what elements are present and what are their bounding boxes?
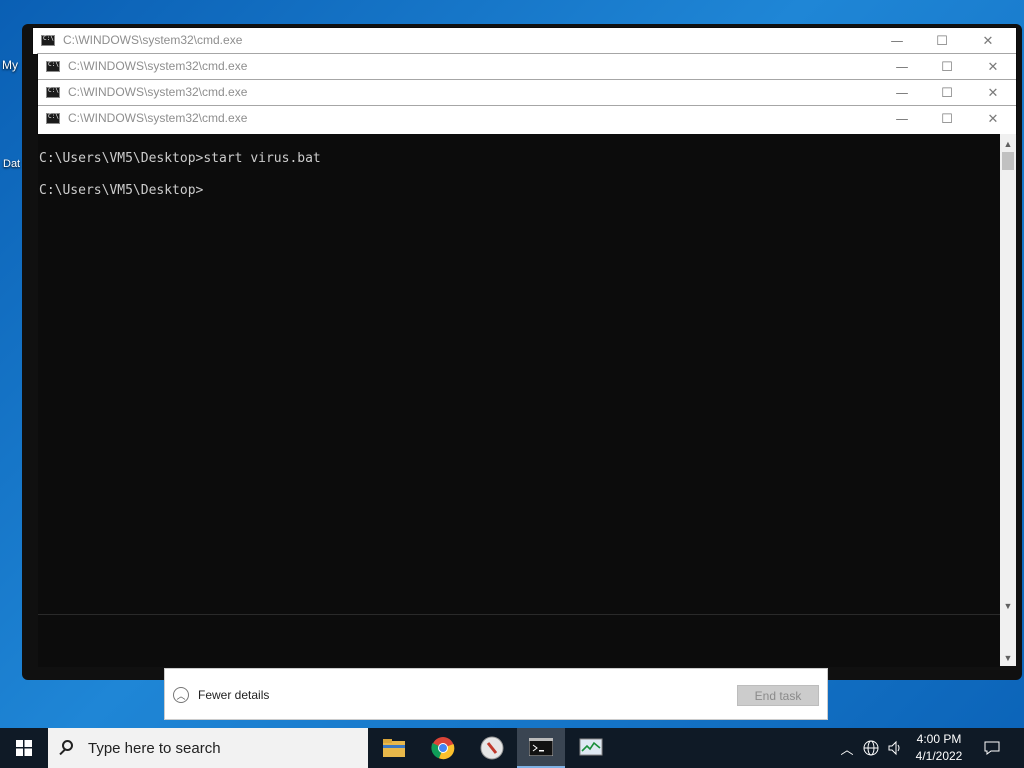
windows-logo-icon xyxy=(16,740,32,756)
network-icon[interactable] xyxy=(860,728,882,768)
window-title: C:\WINDOWS\system32\cmd.exe xyxy=(68,59,248,73)
notifications-button[interactable] xyxy=(980,728,1004,768)
notification-icon xyxy=(984,741,1000,755)
close-button[interactable]: ✕ xyxy=(970,80,1016,106)
scroll-down-icon-2[interactable]: ▼ xyxy=(1000,650,1016,666)
chrome-button[interactable] xyxy=(419,728,467,768)
cmd-taskbar-button[interactable] xyxy=(517,728,565,768)
chrome-icon xyxy=(431,737,455,760)
app-button[interactable] xyxy=(468,728,516,768)
console-line: C:\Users\VM5\Desktop>start virus.bat xyxy=(39,151,321,166)
cmd-window-4[interactable]: C:\WINDOWS\system32\cmd.exe — ☐ ✕ xyxy=(38,106,1016,134)
globe-icon xyxy=(863,740,879,756)
desktop-icon-label-dat[interactable]: Dat xyxy=(3,158,20,170)
scroll-down-icon[interactable]: ▼ xyxy=(1000,598,1016,614)
close-button[interactable]: ✕ xyxy=(965,28,1011,54)
chevron-up-icon[interactable]: ︿ xyxy=(173,687,189,703)
window-title: C:\WINDOWS\system32\cmd.exe xyxy=(68,85,248,99)
chevron-up-icon[interactable]: ︿ xyxy=(838,728,856,768)
cmd-icon xyxy=(41,35,55,46)
minimize-button[interactable]: — xyxy=(874,28,920,54)
window-title: C:\WINDOWS\system32\cmd.exe xyxy=(68,111,248,125)
titlebar[interactable]: C:\WINDOWS\system32\cmd.exe — ☐ ✕ xyxy=(33,28,1016,54)
scroll-up-icon[interactable]: ▲ xyxy=(1000,136,1016,152)
scroll-thumb[interactable] xyxy=(1002,152,1014,170)
cmd-icon xyxy=(46,61,60,72)
vertical-scrollbar[interactable]: ▲ ▼ ▼ xyxy=(1000,134,1016,666)
file-explorer-icon xyxy=(383,739,405,757)
cmd-window-1[interactable]: C:\WINDOWS\system32\cmd.exe — ☐ ✕ xyxy=(33,28,1016,54)
clock[interactable]: 4:00 PM 4/1/2022 xyxy=(906,731,972,765)
search-icon xyxy=(62,740,73,751)
clock-date: 4/1/2022 xyxy=(915,749,963,763)
cmd-window-2[interactable]: C:\WINDOWS\system32\cmd.exe — ☐ ✕ xyxy=(38,54,1016,80)
end-task-button[interactable]: End task xyxy=(737,685,819,706)
titlebar[interactable]: C:\WINDOWS\system32\cmd.exe — ☐ ✕ xyxy=(38,80,1016,106)
app-icon xyxy=(480,736,504,760)
minimize-button[interactable]: — xyxy=(879,80,925,106)
taskbar: Type here to search ︿ 4:00 PM 4/1/2022 xyxy=(0,728,1024,768)
minimize-button[interactable]: — xyxy=(879,54,925,80)
start-button[interactable] xyxy=(0,728,48,768)
titlebar[interactable]: C:\WINDOWS\system32\cmd.exe — ☐ ✕ xyxy=(38,106,1016,134)
cmd-icon xyxy=(529,738,553,756)
close-button[interactable]: ✕ xyxy=(970,106,1016,132)
speaker-icon xyxy=(888,740,900,756)
file-explorer-button[interactable] xyxy=(370,728,418,768)
desktop-icon-label-my[interactable]: My xyxy=(2,58,18,72)
titlebar[interactable]: C:\WINDOWS\system32\cmd.exe — ☐ ✕ xyxy=(38,54,1016,80)
task-manager-button[interactable] xyxy=(567,728,615,768)
search-box[interactable]: Type here to search xyxy=(48,728,368,768)
console-output[interactable]: C:\Users\VM5\Desktop>start virus.bat C:\… xyxy=(38,134,1000,614)
cmd-window-3[interactable]: C:\WINDOWS\system32\cmd.exe — ☐ ✕ xyxy=(38,80,1016,106)
maximize-button[interactable]: ☐ xyxy=(924,106,970,132)
maximize-button[interactable]: ☐ xyxy=(919,28,965,54)
cmd-icon xyxy=(46,87,60,98)
window-title: C:\WINDOWS\system32\cmd.exe xyxy=(63,33,243,47)
minimize-button[interactable]: — xyxy=(879,106,925,132)
clock-time: 4:00 PM xyxy=(916,732,962,746)
maximize-button[interactable]: ☐ xyxy=(924,54,970,80)
close-button[interactable]: ✕ xyxy=(970,54,1016,80)
search-placeholder: Type here to search xyxy=(88,740,221,757)
console-prompt: C:\Users\VM5\Desktop> xyxy=(39,183,204,198)
task-manager-icon xyxy=(579,738,603,756)
task-manager-footer: ︿ Fewer details End task xyxy=(164,668,828,720)
volume-icon[interactable] xyxy=(884,728,906,768)
fewer-details-link[interactable]: Fewer details xyxy=(198,688,269,702)
maximize-button[interactable]: ☐ xyxy=(924,80,970,106)
cmd-icon xyxy=(46,113,60,124)
console-lower-area xyxy=(38,614,1000,667)
